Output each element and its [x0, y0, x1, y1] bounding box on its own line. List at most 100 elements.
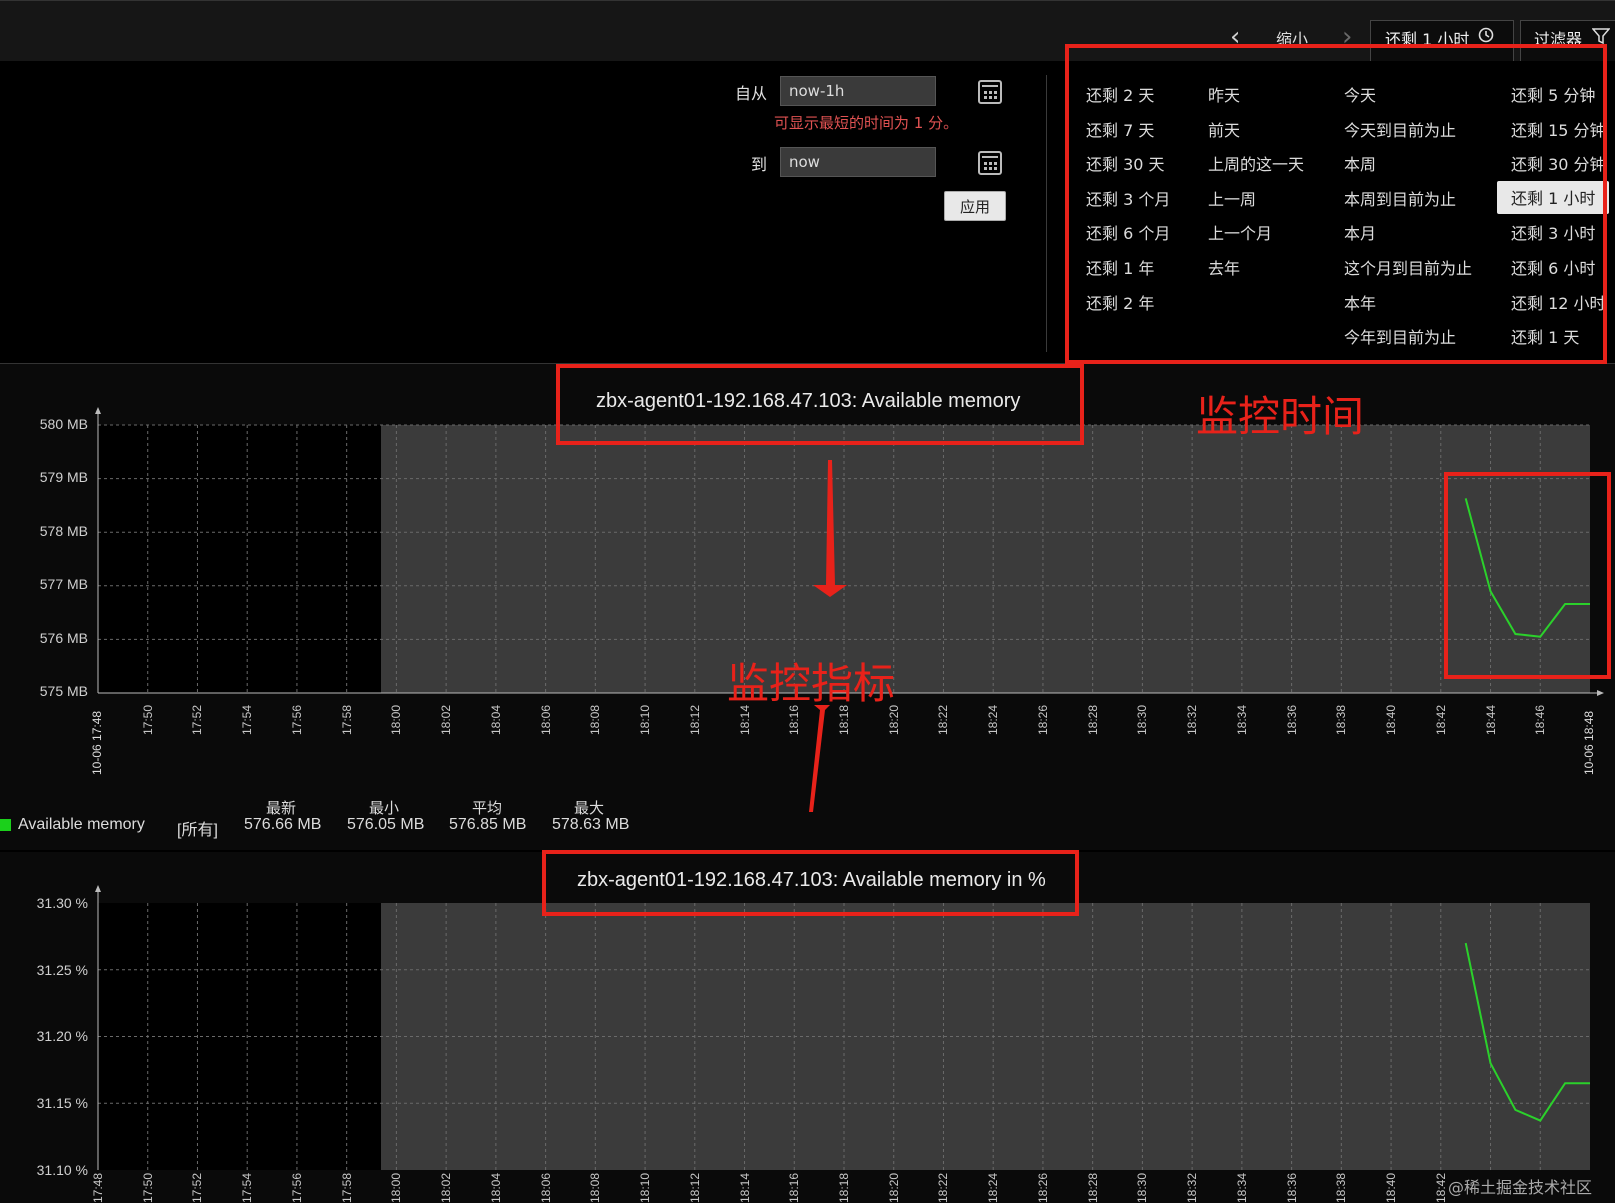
x-start-label: 10-06 17:48: [90, 710, 104, 775]
legend-value-avg: 576.85 MB: [449, 816, 527, 833]
x-tick-label: 17:56: [289, 704, 304, 735]
y-tick-label: 31.20 %: [36, 1028, 88, 1044]
y-tick-label: 580 MB: [39, 416, 88, 432]
annotation-label-time: 监控时间: [1196, 392, 1365, 441]
clock-icon: [1478, 27, 1494, 43]
arrow-down-icon: [813, 460, 847, 597]
x-tick-label: 18:34: [1234, 704, 1249, 735]
x-tick-label: 18:42: [1433, 1172, 1448, 1203]
x-tick-label: 17:52: [190, 1172, 205, 1203]
legend-scope: [所有]: [177, 822, 218, 839]
x-tick-label: 18:18: [837, 1172, 851, 1203]
x-tick-label: 18:02: [439, 704, 454, 735]
x-tick-label: 18:44: [1483, 704, 1498, 735]
x-tick-label: 18:38: [1334, 1172, 1349, 1203]
from-input[interactable]: [780, 76, 936, 106]
x-tick-label: 18:22: [936, 1172, 951, 1203]
x-tick-label: 18:06: [538, 1172, 553, 1203]
legend-header-avg: 平均: [472, 799, 503, 817]
x-tick-label: 18:40: [1384, 704, 1399, 735]
x-tick-label: 18:32: [1185, 704, 1200, 735]
legend-header-max: 最大: [574, 799, 605, 817]
x-tick-label: 18:14: [737, 1172, 752, 1203]
x-tick-label: 18:12: [687, 704, 702, 735]
x-tick-label: 18:28: [1085, 1172, 1100, 1203]
annotation-box-curve: [1444, 472, 1611, 679]
graph-memory-pct-chart: [95, 885, 1590, 1170]
x-tick-label: 18:00: [389, 1172, 404, 1203]
watermark: @稀土掘金技术社区: [1448, 1178, 1593, 1197]
x-tick-label: 18:24: [986, 704, 1001, 735]
y-tick-label: 578 MB: [39, 523, 88, 539]
x-tick-label: 17:48: [91, 1172, 105, 1203]
x-tick-label: 17:54: [240, 704, 255, 735]
x-tick-label: 17:58: [339, 704, 354, 735]
x-tick-label: 17:54: [240, 1172, 255, 1203]
apply-button[interactable]: 应用: [944, 191, 1006, 221]
x-tick-label: 18:36: [1284, 704, 1299, 735]
y-tick-label: 576 MB: [39, 630, 88, 646]
annotation-box-title-2: [542, 850, 1079, 916]
to-input[interactable]: [780, 147, 936, 177]
time-hint: 可显示最短的时间为 1 分。: [774, 114, 959, 132]
x-tick-label: 18:26: [1035, 704, 1050, 735]
x-tick-label: 18:10: [638, 704, 653, 735]
legend-value-max: 578.63 MB: [552, 816, 630, 833]
x-tick-label: 18:36: [1284, 1172, 1299, 1203]
x-tick-label: 17:50: [140, 704, 155, 735]
x-tick-label: 18:16: [787, 1172, 802, 1203]
x-tick-label: 17:52: [190, 704, 205, 735]
y-tick-label: 577 MB: [39, 576, 88, 592]
x-tick-label: 18:24: [986, 1172, 1001, 1203]
y-tick-label: 579 MB: [39, 469, 88, 485]
x-end-label: 10-06 18:48: [1582, 710, 1596, 775]
annotation-arrows: [809, 460, 847, 812]
x-tick-label: 18:22: [936, 704, 951, 735]
x-tick-label: 18:46: [1533, 704, 1548, 735]
x-tick-label: 18:26: [1035, 1172, 1050, 1203]
x-tick-label: 18:40: [1384, 1172, 1399, 1203]
y-axis-arrow-icon: [95, 407, 101, 414]
legend-value-min: 576.05 MB: [347, 816, 425, 833]
x-tick-label: 18:04: [488, 1172, 503, 1203]
x-tick-label: 18:42: [1433, 704, 1448, 735]
legend-color-swatch: [0, 819, 11, 831]
arrow-up-icon: [809, 705, 830, 812]
annotation-box-title: [556, 364, 1084, 445]
plot-area-nodata: [98, 425, 381, 693]
x-tick-label: 18:38: [1334, 704, 1349, 735]
calendar-icon[interactable]: [978, 151, 1002, 175]
x-axis-arrow-icon: [1597, 690, 1604, 696]
to-label: 到: [751, 155, 768, 174]
calendar-icon[interactable]: [978, 80, 1002, 104]
x-tick-label: 18:08: [588, 704, 603, 735]
x-tick-label: 18:12: [687, 1172, 702, 1203]
y-tick-label: 31.25 %: [36, 962, 88, 978]
x-tick-label: 18:04: [488, 704, 503, 735]
y-tick-label: 575 MB: [39, 683, 88, 699]
x-tick-label: 18:08: [588, 1172, 603, 1203]
x-tick-label: 18:20: [886, 1172, 901, 1203]
y-tick-label: 31.15 %: [36, 1095, 88, 1111]
x-tick-label: 18:02: [439, 1172, 454, 1203]
legend-value-latest: 576.66 MB: [244, 816, 322, 833]
x-tick-label: 17:50: [140, 1172, 155, 1203]
legend-series-name: Available memory: [18, 816, 145, 833]
y-tick-label: 31.10 %: [36, 1162, 88, 1178]
plot-area: [381, 425, 1590, 693]
y-tick-label: 31.30 %: [36, 895, 88, 911]
annotation-box-time: [1065, 44, 1607, 364]
legend-header-latest: 最新: [266, 799, 297, 817]
x-tick-label: 18:34: [1234, 1172, 1249, 1203]
x-tick-label: 17:56: [289, 1172, 304, 1203]
x-tick-label: 18:30: [1135, 1172, 1150, 1203]
x-tick-label: 18:10: [638, 1172, 653, 1203]
x-tick-label: 18:30: [1135, 704, 1150, 735]
x-tick-label: 18:28: [1085, 704, 1100, 735]
filter-icon: [1592, 28, 1610, 45]
x-tick-label: 18:00: [389, 704, 404, 735]
y-axis-arrow-icon: [95, 885, 101, 892]
from-label: 自从: [735, 84, 768, 103]
panel-divider: [1046, 75, 1047, 352]
legend-header-min: 最小: [369, 799, 400, 817]
